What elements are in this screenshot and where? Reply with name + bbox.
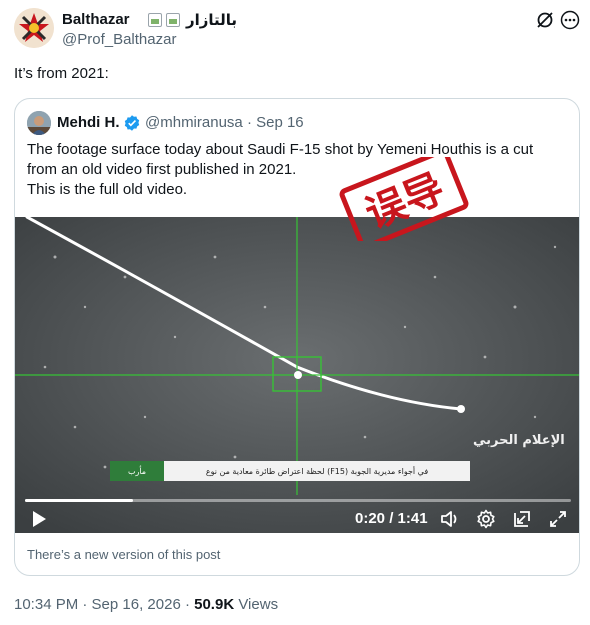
author-name-extras: بالتازار bbox=[148, 11, 237, 29]
new-version-notice[interactable]: There’s a new version of this post bbox=[27, 547, 220, 562]
views-label: Views bbox=[238, 596, 279, 613]
quoted-post[interactable]: Mehdi H. @mhmiranusa · Sep 16 The footag… bbox=[14, 98, 580, 576]
broken-image-icon bbox=[166, 13, 180, 27]
author-name[interactable]: Balthazar bbox=[62, 11, 130, 28]
quoted-author-avatar[interactable] bbox=[27, 111, 51, 135]
tweet-text: It’s from 2021: bbox=[14, 65, 109, 82]
video-frame bbox=[15, 217, 579, 533]
fullscreen-icon[interactable] bbox=[547, 508, 569, 530]
broken-image-icon bbox=[148, 13, 162, 27]
video-lower-third: لحظة اعتراض طائرة معادية من نوع (F15) في… bbox=[110, 461, 470, 481]
quoted-avatar-photo bbox=[27, 111, 51, 135]
verified-badge-icon bbox=[124, 115, 140, 131]
quoted-text-line: The footage surface today about Saudi F-… bbox=[27, 141, 534, 178]
volume-icon[interactable] bbox=[439, 508, 461, 530]
separator-dot: · bbox=[246, 114, 257, 131]
video-progress-bar[interactable] bbox=[25, 499, 571, 502]
video-watermark: الإعلام الحربي bbox=[473, 433, 565, 448]
post-meta: 10:34 PM · Sep 16, 2026 · 50.9K Views bbox=[14, 596, 278, 613]
grok-icon[interactable] bbox=[535, 10, 555, 30]
video-progress-fill bbox=[25, 499, 134, 502]
video-player[interactable]: الإعلام الحربي لحظة اعتراض طائرة معادية … bbox=[15, 217, 579, 533]
quoted-post-date[interactable]: Sep 16 bbox=[256, 114, 304, 131]
quoted-author-name[interactable]: Mehdi H. bbox=[57, 114, 120, 131]
author-avatar-emblem bbox=[14, 8, 54, 48]
author-arabic-name: بالتازار bbox=[186, 11, 238, 29]
author-avatar[interactable] bbox=[14, 8, 54, 48]
stamp-label: 误导 bbox=[359, 165, 450, 238]
views-count: 50.9K bbox=[194, 596, 235, 613]
video-controls: 0:20 / 1:41 bbox=[15, 495, 579, 533]
more-options-icon[interactable] bbox=[560, 10, 580, 30]
misleading-stamp-icon: 误导 bbox=[339, 157, 469, 241]
picture-in-picture-icon[interactable] bbox=[511, 508, 533, 530]
settings-gear-icon[interactable] bbox=[475, 508, 497, 530]
lower-third-location: مأرب bbox=[110, 461, 164, 481]
author-handle[interactable]: @Prof_Balthazar bbox=[62, 31, 176, 48]
video-time: 0:20 / 1:41 bbox=[355, 510, 428, 527]
quoted-handle-date[interactable]: @mhmiranusa · Sep 16 bbox=[145, 114, 304, 131]
quoted-post-text: The footage surface today about Saudi F-… bbox=[27, 140, 567, 200]
quoted-text-line: This is the full old video. bbox=[27, 181, 188, 198]
lower-third-caption: لحظة اعتراض طائرة معادية من نوع (F15) في… bbox=[164, 461, 470, 481]
tweet-header: Balthazar بالتازار @Prof_Balthazar bbox=[14, 8, 580, 50]
play-icon[interactable] bbox=[27, 508, 49, 530]
quoted-author-handle[interactable]: @mhmiranusa bbox=[145, 114, 243, 131]
post-timestamp[interactable]: 10:34 PM · Sep 16, 2026 · bbox=[14, 596, 190, 613]
